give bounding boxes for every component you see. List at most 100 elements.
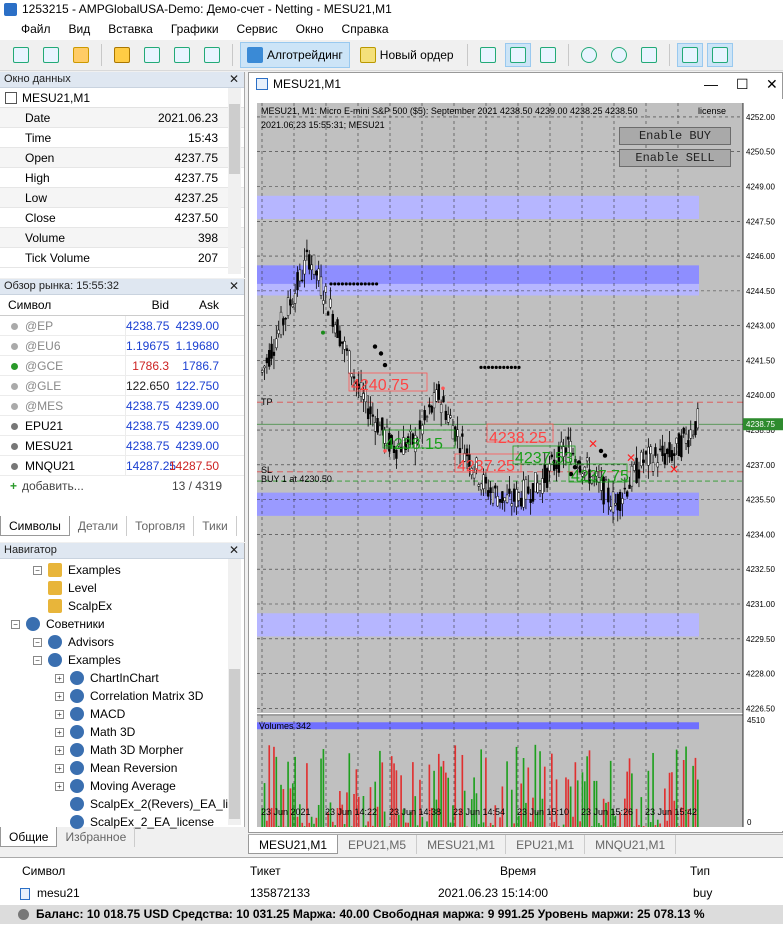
expand-icon[interactable]: + [55,782,64,791]
tab-ticks[interactable]: Тики [194,516,237,536]
expand-icon[interactable]: + [55,746,64,755]
expert-icon [70,671,84,685]
market-row[interactable]: MESU21 4238.75 4239.00 [0,436,244,456]
algotrading-button[interactable]: Алготрейдинг [240,42,350,68]
navigator-item-label: Moving Average [90,779,176,793]
scroll-thumb[interactable] [229,669,240,819]
close-icon[interactable]: ✕ [229,543,239,558]
menu-window[interactable]: Окно [287,19,333,40]
tab-common[interactable]: Общие [0,827,58,847]
market-watch-columns: Символ Bid Ask [0,295,244,316]
enable-sell-button[interactable]: Enable SELL [619,149,731,167]
col-bid[interactable]: Bid [125,295,169,315]
navigator-item[interactable]: − Examples [0,651,244,669]
market-row[interactable]: @MES 4238.75 4239.00 [0,396,244,416]
navigator-item[interactable]: + Math 3D Morpher [0,741,244,759]
expand-icon[interactable]: + [55,728,64,737]
status-dot-icon [11,343,18,350]
bar-chart-button[interactable] [475,43,501,67]
chart-tab-mnqu21-m1[interactable]: MNQU21,M1 [585,835,677,854]
candle-body [656,462,659,468]
navigator-item[interactable]: − Советники [0,615,244,633]
navigator-item[interactable]: ScalpEx_2(Revers)_EA_lice [0,795,244,813]
market-button[interactable] [109,43,135,67]
y-tick-label: 4232.50 [746,565,775,574]
col-ask[interactable]: Ask [169,295,225,315]
navigator-item[interactable]: − Advisors [0,633,244,651]
candles-button[interactable] [504,43,531,67]
minimize-icon[interactable]: — [704,73,718,95]
zoom-out-button[interactable] [606,43,632,67]
tester-button[interactable] [199,43,225,67]
autoscroll-button[interactable] [676,43,703,67]
navigator-scrollbar[interactable] [228,559,241,825]
new-order-button[interactable]: Новый ордер [354,42,460,68]
tab-trading[interactable]: Торговля [127,516,195,536]
new-chart-button[interactable] [8,43,34,67]
col-type[interactable]: Тип [690,861,710,881]
close-icon[interactable]: ✕ [766,73,778,95]
navigator-item[interactable]: + Moving Average [0,777,244,795]
col-ticket[interactable]: Тикет [250,861,281,881]
navigator-item[interactable]: ScalpEx [0,597,244,615]
price-chart[interactable]: ✕ ✕ ✕ 4252.00 4250.50 4249.00 4247.50 4246.00 4… [253,99,783,831]
expand-icon[interactable]: + [55,710,64,719]
signals-button[interactable] [139,43,165,67]
expand-icon[interactable]: − [33,638,42,647]
market-row[interactable]: @EU6 1.19675 1.19680 [0,336,244,356]
tile-button[interactable] [636,43,662,67]
navigator-item[interactable]: − Examples [0,561,244,579]
expand-icon[interactable]: − [11,620,20,629]
profiles-button[interactable] [38,43,64,67]
add-symbol-row[interactable]: + добавить... 13 / 4319 [0,476,244,496]
menu-view[interactable]: Вид [60,19,100,40]
chart-tab-epu21-m1[interactable]: EPU21,M1 [506,835,586,854]
navigator-item[interactable]: + MACD [0,705,244,723]
navigator-item[interactable]: + Math 3D [0,723,244,741]
data-window-scrollbar[interactable] [228,88,241,274]
market-row[interactable]: @GCE 1786.3 1786.7 [0,356,244,376]
col-time[interactable]: Время [500,861,536,881]
expand-icon[interactable]: + [55,764,64,773]
expand-icon[interactable]: + [55,674,64,683]
zoom-in-button[interactable] [576,43,602,67]
expand-icon[interactable]: − [33,656,42,665]
maximize-icon[interactable]: ☐ [736,73,749,95]
market-row[interactable]: EPU21 4238.75 4239.00 [0,416,244,436]
col-symbol[interactable]: Символ [0,295,125,315]
chart-tab-mesu21-m1-b[interactable]: MESU21,M1 [417,835,507,854]
navigator-item[interactable]: + ChartInChart [0,669,244,687]
enable-buy-button[interactable]: Enable BUY [619,127,731,145]
expand-icon[interactable]: − [33,566,42,575]
col-symbol[interactable]: Символ [22,861,65,881]
chart-tab-mesu21-m1[interactable]: MESU21,M1 [248,835,339,854]
navigator-title: Навигатор [4,544,57,556]
menu-help[interactable]: Справка [333,19,398,40]
chart-shift-button[interactable] [706,43,733,67]
line-chart-button[interactable] [535,43,561,67]
chart-tab-epu21-m5[interactable]: EPU21,M5 [338,835,418,854]
menu-file[interactable]: Файл [12,19,60,40]
navigator-item[interactable]: + Mean Reversion [0,759,244,777]
menu-insert[interactable]: Вставка [99,19,162,40]
position-row[interactable]: mesu21 135872133 2021.06.23 15:14:00 buy [0,884,783,903]
navigator-item[interactable]: + Correlation Matrix 3D [0,687,244,705]
close-icon[interactable]: ✕ [229,72,239,87]
market-row[interactable]: MNQU21 14287.25 14287.50 [0,456,244,476]
menu-charts[interactable]: Графики [162,19,228,40]
close-icon[interactable]: ✕ [229,279,239,294]
tab-favorites[interactable]: Избранное [57,827,136,847]
scroll-thumb[interactable] [229,104,240,174]
vps-button[interactable] [169,43,195,67]
tab-symbols[interactable]: Символы [0,516,70,536]
tab-details[interactable]: Детали [70,516,128,536]
status-dot-icon [11,363,18,370]
navigator-item[interactable]: Level [0,579,244,597]
open-data-button[interactable] [68,43,94,67]
market-symbol: @EU6 [25,339,61,353]
market-row[interactable]: @EP 4238.75 4239.00 [0,316,244,336]
expand-icon[interactable]: + [55,692,64,701]
candle-body [268,350,271,367]
market-row[interactable]: @GLE 122.650 122.750 [0,376,244,396]
menu-tools[interactable]: Сервис [228,19,287,40]
